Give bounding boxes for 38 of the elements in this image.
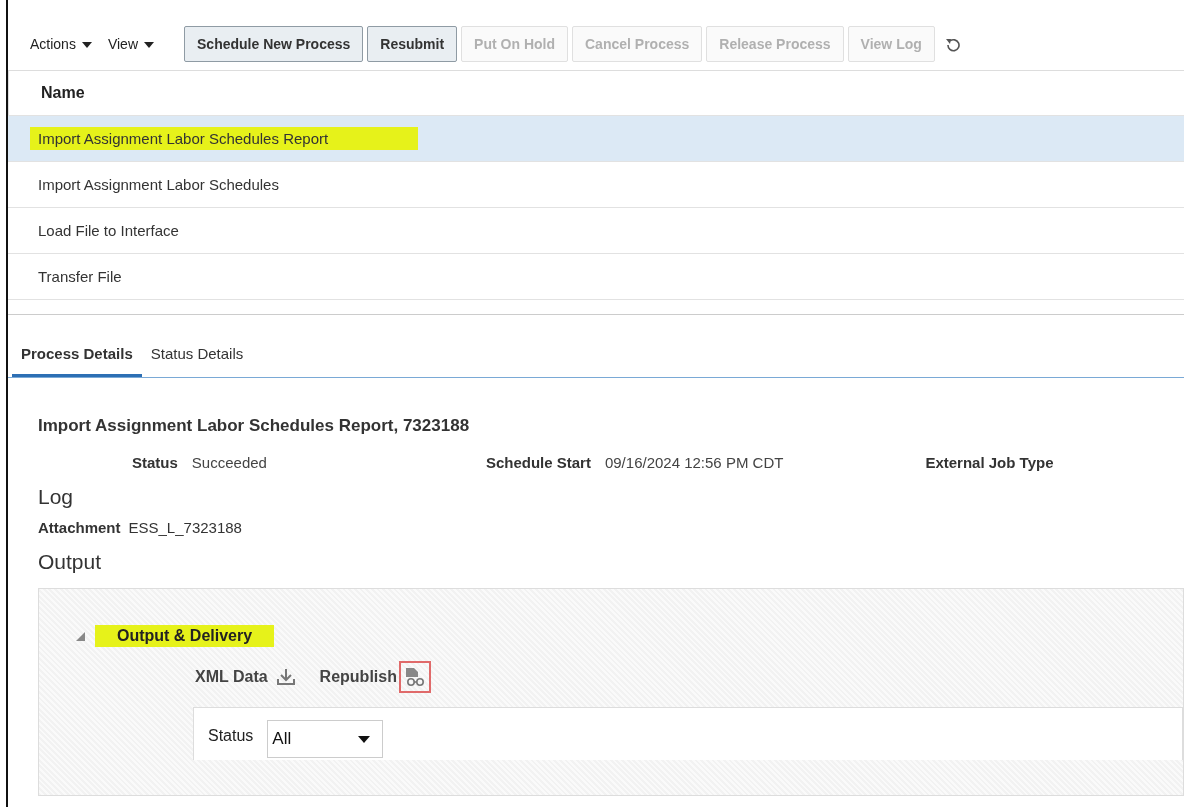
caret-icon [358,734,371,744]
menu-button[interactable]: Actions [24,32,98,56]
tab[interactable]: Status Details [141,339,253,377]
table-cell-text: Transfer File [37,267,123,287]
field-value: 09/16/2024 12:56 PM CDT [604,454,784,471]
toolbar-button[interactable]: Resubmit [367,26,458,62]
xml-data-label: XML Data [195,668,268,686]
table-row[interactable]: Load File to Interface [8,207,1184,253]
caret-icon [144,39,154,49]
table-row[interactable]: Import Assignment Labor Schedules [8,161,1184,207]
column-header[interactable]: Name [33,84,85,102]
republish-label: Republish [319,668,397,686]
republish-button[interactable] [398,661,431,693]
section-heading: Output [38,550,103,574]
menu-button[interactable]: View [101,32,160,56]
refresh-icon[interactable] [944,36,961,52]
field-value: Succeeded [191,454,267,471]
document-glasses-icon [403,667,426,687]
caret-icon [81,39,92,49]
disclosure-icon[interactable] [75,631,85,641]
toolbar-button[interactable]: Schedule New Process [184,26,364,62]
field-label: External Job Type [925,454,1054,471]
table-cell: Import Assignment Labor Schedules Report [30,127,419,150]
process-title: Import Assignment Labor Schedules Report, 7323188 [38,416,471,436]
field-label: Schedule Start [485,454,591,471]
status-dropdown[interactable]: All [267,720,384,758]
table-cell-text: Load File to Interface [37,221,180,241]
field-label: Status [132,454,178,471]
table-row[interactable]: Transfer File [8,253,1184,300]
section-title: Output & Delivery [95,625,275,647]
tab[interactable]: Process Details [12,339,142,377]
table-row[interactable]: Import Assignment Labor Schedules Report [8,115,1184,161]
table-cell-text: Import Assignment Labor Schedules [37,175,280,195]
filter-label: Status [208,727,254,745]
attachment-link[interactable]: ESS_L_7323188 [128,519,242,536]
field-label: Attachment [38,519,121,536]
section-heading: Log [38,485,75,509]
download-icon[interactable] [275,668,296,686]
